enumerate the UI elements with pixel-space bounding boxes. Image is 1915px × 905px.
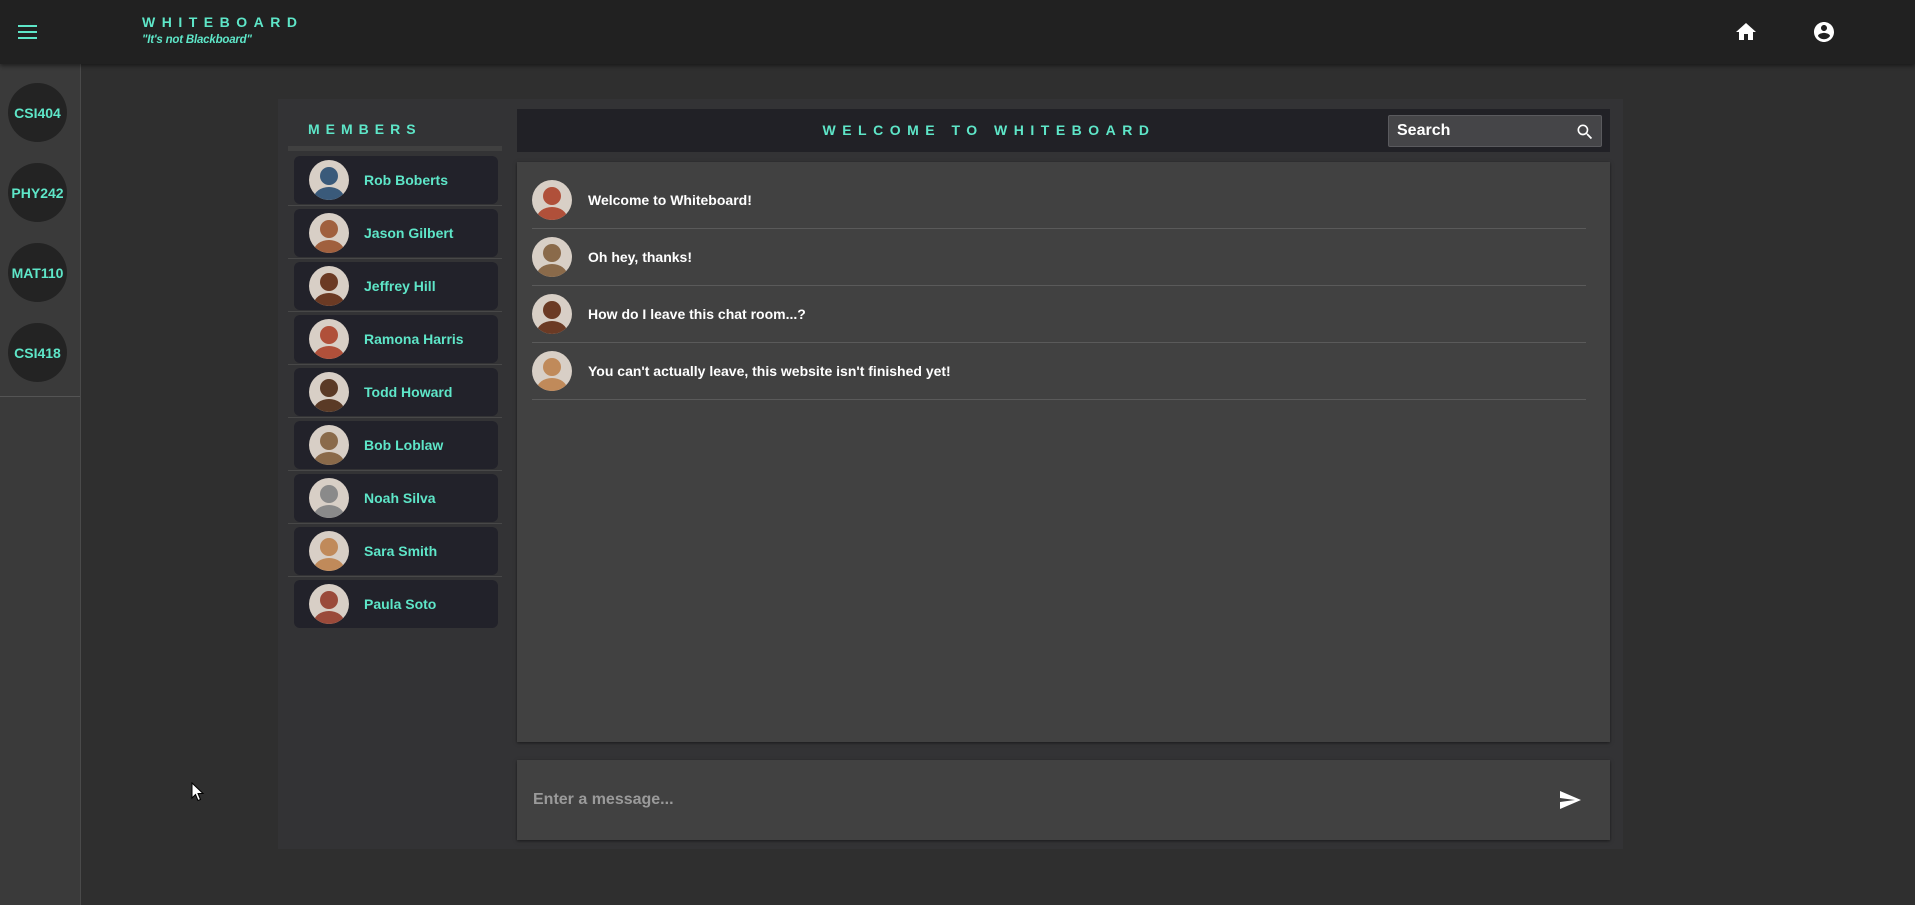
avatar	[309, 266, 349, 306]
course-button-csi418[interactable]: CSI418	[8, 323, 67, 382]
message-composer	[517, 760, 1610, 840]
search-input[interactable]	[1389, 122, 1569, 140]
search-box[interactable]	[1388, 115, 1602, 147]
hamburger-menu-icon[interactable]	[15, 20, 41, 44]
chat-message: Oh hey, thanks!	[532, 229, 1586, 286]
member-item[interactable]: Noah Silva	[288, 470, 502, 522]
member-name: Paula Soto	[364, 596, 437, 612]
member-name: Noah Silva	[364, 490, 436, 506]
avatar	[309, 319, 349, 359]
member-name: Rob Boberts	[364, 172, 448, 188]
account-circle-icon[interactable]	[1812, 20, 1836, 44]
member-name: Jason Gilbert	[364, 225, 454, 241]
member-name: Bob Loblaw	[364, 437, 444, 453]
avatar	[309, 478, 349, 518]
send-icon[interactable]	[1558, 788, 1582, 812]
chat-room-container: MEMBERS Rob Boberts Jason Gilbert Jeffrey …	[278, 99, 1623, 849]
member-item[interactable]: Paula Soto	[288, 576, 502, 628]
chat-message: Welcome to Whiteboard!	[532, 172, 1586, 229]
chat-title: WELCOME TO WHITEBOARD	[822, 122, 1156, 138]
avatar	[532, 180, 572, 220]
message-text: How do I leave this chat room...?	[588, 306, 806, 322]
search-icon[interactable]	[1575, 122, 1595, 142]
course-button-csi404[interactable]: CSI404	[8, 83, 67, 142]
home-icon[interactable]	[1734, 20, 1758, 44]
members-panel: MEMBERS Rob Boberts Jason Gilbert Jeffrey …	[288, 99, 502, 849]
avatar	[309, 372, 349, 412]
member-name: Jeffrey Hill	[364, 278, 436, 294]
member-item[interactable]: Sara Smith	[288, 523, 502, 575]
members-title: MEMBERS	[288, 99, 502, 151]
member-list: Rob Boberts Jason Gilbert Jeffrey Hill Ramo…	[288, 156, 502, 628]
avatar	[309, 160, 349, 200]
brand: WHITEBOARD "It's not Blackboard"	[142, 14, 303, 46]
avatar	[532, 351, 572, 391]
message-text: You can't actually leave, this website i…	[588, 363, 951, 379]
member-item[interactable]: Rob Boberts	[294, 156, 498, 204]
message-text: Welcome to Whiteboard!	[588, 192, 752, 208]
avatar	[532, 294, 572, 334]
member-item[interactable]: Bob Loblaw	[288, 417, 502, 469]
brand-title: WHITEBOARD	[142, 14, 304, 30]
chat-message: How do I leave this chat room...?	[532, 286, 1586, 343]
member-item[interactable]: Jeffrey Hill	[288, 258, 502, 310]
member-name: Todd Howard	[364, 384, 453, 400]
course-button-mat110[interactable]: MAT110	[8, 243, 67, 302]
avatar	[309, 213, 349, 253]
course-list: CSI404 PHY242 MAT110 CSI418	[0, 64, 80, 397]
avatar	[309, 531, 349, 571]
member-item[interactable]: Jason Gilbert	[288, 205, 502, 257]
message-text: Oh hey, thanks!	[588, 249, 692, 265]
top-app-bar: WHITEBOARD "It's not Blackboard"	[0, 0, 1915, 64]
message-list: Welcome to Whiteboard! Oh hey, thanks! How…	[517, 162, 1610, 742]
mouse-cursor-icon	[191, 781, 205, 802]
avatar	[532, 237, 572, 277]
member-name: Sara Smith	[364, 543, 438, 559]
course-rail: CSI404 PHY242 MAT110 CSI418	[0, 64, 81, 905]
message-input[interactable]	[533, 791, 1533, 809]
member-item[interactable]: Todd Howard	[288, 364, 502, 416]
avatar	[309, 584, 349, 624]
member-name: Ramona Harris	[364, 331, 464, 347]
brand-subtitle: "It's not Blackboard"	[142, 34, 252, 46]
chat-message: You can't actually leave, this website i…	[532, 343, 1586, 400]
member-item[interactable]: Ramona Harris	[288, 311, 502, 363]
avatar	[309, 425, 349, 465]
course-button-phy242[interactable]: PHY242	[8, 163, 67, 222]
chat-header: WELCOME TO WHITEBOARD	[517, 109, 1610, 152]
